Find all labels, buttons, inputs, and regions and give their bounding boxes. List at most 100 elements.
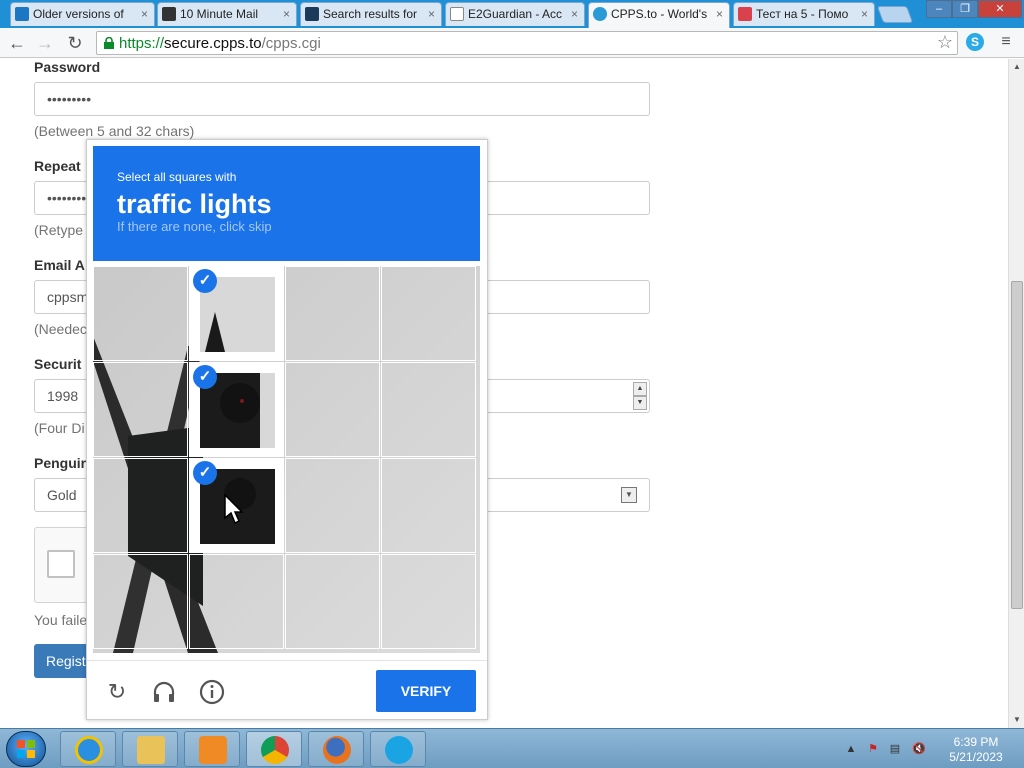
recaptcha-checkbox[interactable] [47, 550, 75, 578]
grid-cell[interactable]: ✓ [189, 362, 284, 457]
repeat-password-help: (Retype [34, 222, 84, 238]
firefox-icon [323, 736, 351, 764]
tab-search-results[interactable]: Search results for × [300, 2, 442, 26]
ten-minute-mail-icon [162, 7, 176, 21]
clock[interactable]: 6:39 PM 5/21/2023 [944, 735, 1008, 765]
page-icon [450, 7, 464, 21]
grid-cell[interactable] [381, 554, 476, 649]
register-button[interactable]: Regist [34, 644, 94, 678]
start-button[interactable] [6, 731, 46, 767]
grid-cell[interactable] [285, 554, 380, 649]
address-bar[interactable]: https://secure.cpps.to/cpps.cgi ☆ [96, 31, 958, 55]
verify-button[interactable]: VERIFY [376, 670, 476, 712]
browser-toolbar: ← → ↻ https://secure.cpps.to/cpps.cgi ☆ … [0, 28, 1024, 58]
security-label: Securit [34, 356, 82, 372]
volume-icon[interactable]: 🔇 [912, 742, 926, 756]
scroll-down-icon[interactable]: ▼ [1009, 712, 1024, 728]
password-help: (Between 5 and 32 chars) [34, 123, 195, 139]
grid-cell[interactable]: ✓ [189, 266, 284, 361]
taskbar-media-player[interactable] [184, 731, 240, 767]
security-help: (Four Di [34, 420, 85, 436]
taskbar-ie[interactable] [60, 731, 116, 767]
recaptcha-box [34, 527, 94, 603]
skype-extension-icon[interactable]: S [966, 33, 984, 51]
show-hidden-icons-icon[interactable]: ▲ [844, 742, 858, 756]
close-icon[interactable]: × [716, 3, 723, 25]
bookmark-star-icon[interactable]: ☆ [937, 32, 953, 53]
email-label: Email A [34, 257, 85, 273]
grid-cell[interactable] [93, 458, 188, 553]
grid-cell[interactable] [285, 362, 380, 457]
lock-icon [104, 37, 114, 49]
grid-cell[interactable] [381, 362, 476, 457]
url-path: /cpps.cgi [261, 35, 321, 52]
close-icon[interactable]: × [428, 3, 435, 25]
number-spinner[interactable]: ▲ ▼ [633, 382, 647, 410]
back-icon[interactable]: ← [6, 32, 28, 54]
url-scheme: https:// [119, 35, 165, 52]
spin-up-icon[interactable]: ▲ [633, 382, 647, 396]
grid-cell[interactable] [93, 554, 188, 649]
captcha-skip-hint: If there are none, click skip [117, 219, 272, 234]
grid-cell[interactable] [93, 362, 188, 457]
url-host: secure.cpps.to [164, 35, 262, 52]
password-label: Password [34, 59, 101, 75]
tab-e2guardian[interactable]: E2Guardian - Acc × [445, 2, 585, 26]
close-window-button[interactable]: ✕ [978, 0, 1022, 18]
grid-cell[interactable] [93, 266, 188, 361]
checkmark-icon: ✓ [193, 461, 217, 485]
forward-icon[interactable]: → [34, 32, 56, 54]
tab-label: Search results for [323, 7, 418, 21]
tab-older-versions[interactable]: Older versions of × [10, 2, 155, 26]
reload-icon[interactable]: ↻ [104, 679, 130, 705]
search-site-icon [305, 7, 319, 21]
tab-label: Тест на 5 - Помо [756, 7, 849, 21]
scroll-up-icon[interactable]: ▲ [1009, 59, 1024, 75]
info-icon[interactable] [199, 679, 225, 705]
tab-10-minute-mail[interactable]: 10 Minute Mail × [157, 2, 297, 26]
taskbar-skype[interactable] [370, 731, 426, 767]
close-icon[interactable]: × [861, 3, 868, 25]
grid-cell[interactable] [381, 458, 476, 553]
internet-explorer-icon [75, 736, 103, 764]
tab-label: 10 Minute Mail [180, 7, 259, 21]
maximize-button[interactable]: ❐ [952, 0, 978, 18]
close-icon[interactable]: × [283, 3, 290, 25]
tab-label: Older versions of [33, 7, 124, 21]
page-scrollbar[interactable]: ▲ ▼ [1008, 59, 1024, 728]
media-player-icon [199, 736, 227, 764]
minimize-button[interactable]: – [926, 0, 952, 18]
network-icon[interactable]: ▤ [888, 742, 902, 756]
captcha-challenge: Select all squares with traffic lights I… [86, 139, 488, 720]
taskbar-explorer[interactable] [122, 731, 178, 767]
grid-cell[interactable] [285, 458, 380, 553]
taskbar-firefox[interactable] [308, 731, 364, 767]
spin-down-icon[interactable]: ▼ [633, 396, 647, 410]
file-explorer-icon [137, 736, 165, 764]
url-text: https://secure.cpps.to/cpps.cgi [119, 35, 321, 52]
password-field[interactable]: ••••••••• [34, 82, 650, 116]
new-tab-button[interactable] [876, 6, 914, 23]
reload-icon[interactable]: ↻ [64, 32, 86, 54]
action-center-icon[interactable]: ⚑ [866, 742, 880, 756]
captcha-fail-text: You faile [34, 612, 88, 628]
captcha-target: traffic lights [117, 189, 272, 219]
penguin-value: Gold [47, 487, 77, 503]
grid-cell[interactable] [189, 554, 284, 649]
clock-date: 5/21/2023 [949, 750, 1003, 764]
audio-icon[interactable] [151, 679, 177, 705]
checkmark-icon: ✓ [193, 269, 217, 293]
menu-icon[interactable]: ≡ [998, 32, 1014, 52]
scroll-thumb[interactable] [1011, 281, 1023, 609]
mouse-cursor-icon [224, 494, 244, 525]
checkmark-icon: ✓ [193, 365, 217, 389]
close-icon[interactable]: × [571, 3, 578, 25]
grid-cell[interactable] [381, 266, 476, 361]
test-site-icon [738, 7, 752, 21]
tab-cpps[interactable]: CPPS.to - World's × [588, 2, 730, 28]
taskbar-chrome[interactable] [246, 731, 302, 767]
grid-cell[interactable] [285, 266, 380, 361]
skype-icon [385, 736, 413, 764]
tab-test[interactable]: Тест на 5 - Помо × [733, 2, 875, 26]
close-icon[interactable]: × [141, 3, 148, 25]
